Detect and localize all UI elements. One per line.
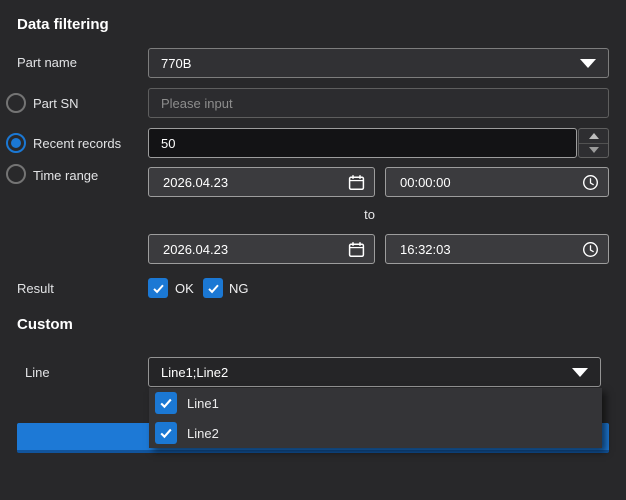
data-filtering-panel: Data filtering Part name 770B Part SN Re… (0, 0, 626, 500)
result-ok-checkbox[interactable] (148, 278, 168, 298)
end-time-field[interactable]: 16:32:03 (385, 234, 609, 264)
spin-buttons (578, 128, 609, 158)
start-date-field[interactable]: 2026.04.23 (148, 167, 375, 197)
spin-up-icon (588, 132, 599, 139)
line-select[interactable]: Line1;Line2 (148, 357, 601, 387)
line1-checkbox[interactable] (155, 392, 177, 414)
spin-down-icon (588, 147, 599, 154)
line-option-label: Line1 (187, 395, 219, 411)
clock-icon[interactable] (582, 241, 599, 258)
part-sn-radio[interactable] (6, 93, 26, 113)
check-icon (160, 428, 172, 439)
line-option-2[interactable]: Line2 (149, 418, 602, 448)
spin-up-button[interactable] (579, 129, 608, 143)
part-name-select[interactable]: 770B (148, 48, 609, 78)
part-sn-input[interactable] (148, 88, 609, 118)
start-date-value: 2026.04.23 (163, 174, 229, 190)
section-title-data-filtering: Data filtering (17, 16, 109, 33)
chevron-down-icon (580, 58, 596, 68)
check-icon (152, 284, 164, 293)
end-date-value: 2026.04.23 (163, 241, 229, 257)
check-icon (160, 398, 172, 409)
end-date-field[interactable]: 2026.04.23 (148, 234, 375, 264)
line2-checkbox[interactable] (155, 422, 177, 444)
time-range-radio[interactable] (6, 164, 26, 184)
line-option-label: Line2 (187, 425, 219, 441)
calendar-icon[interactable] (348, 241, 365, 258)
part-name-value: 770B (161, 55, 192, 71)
calendar-icon[interactable] (348, 174, 365, 191)
to-label: to (364, 207, 375, 222)
line-select-value: Line1;Line2 (161, 364, 229, 380)
line-option-1[interactable]: Line1 (149, 388, 602, 418)
recent-records-spinbox (148, 128, 609, 158)
start-time-field[interactable]: 00:00:00 (385, 167, 609, 197)
part-sn-label: Part SN (33, 96, 79, 111)
part-name-label: Part name (17, 55, 77, 70)
result-ok-label: OK (175, 281, 194, 296)
start-time-value: 00:00:00 (400, 174, 451, 190)
result-ng-label: NG (229, 281, 249, 296)
line-dropdown-popup: Line1 Line2 (149, 388, 602, 448)
spin-down-button[interactable] (579, 142, 608, 158)
recent-records-label: Recent records (33, 136, 122, 151)
line-label: Line (25, 365, 50, 380)
result-label: Result (17, 281, 54, 296)
clock-icon[interactable] (582, 174, 599, 191)
section-title-custom: Custom (17, 316, 73, 333)
time-range-label: Time range (33, 168, 99, 183)
chevron-down-icon (572, 367, 588, 377)
check-icon (207, 284, 219, 293)
result-ng-checkbox[interactable] (203, 278, 223, 298)
recent-records-input[interactable] (148, 128, 577, 158)
recent-records-radio[interactable] (6, 133, 26, 153)
end-time-value: 16:32:03 (400, 241, 451, 257)
